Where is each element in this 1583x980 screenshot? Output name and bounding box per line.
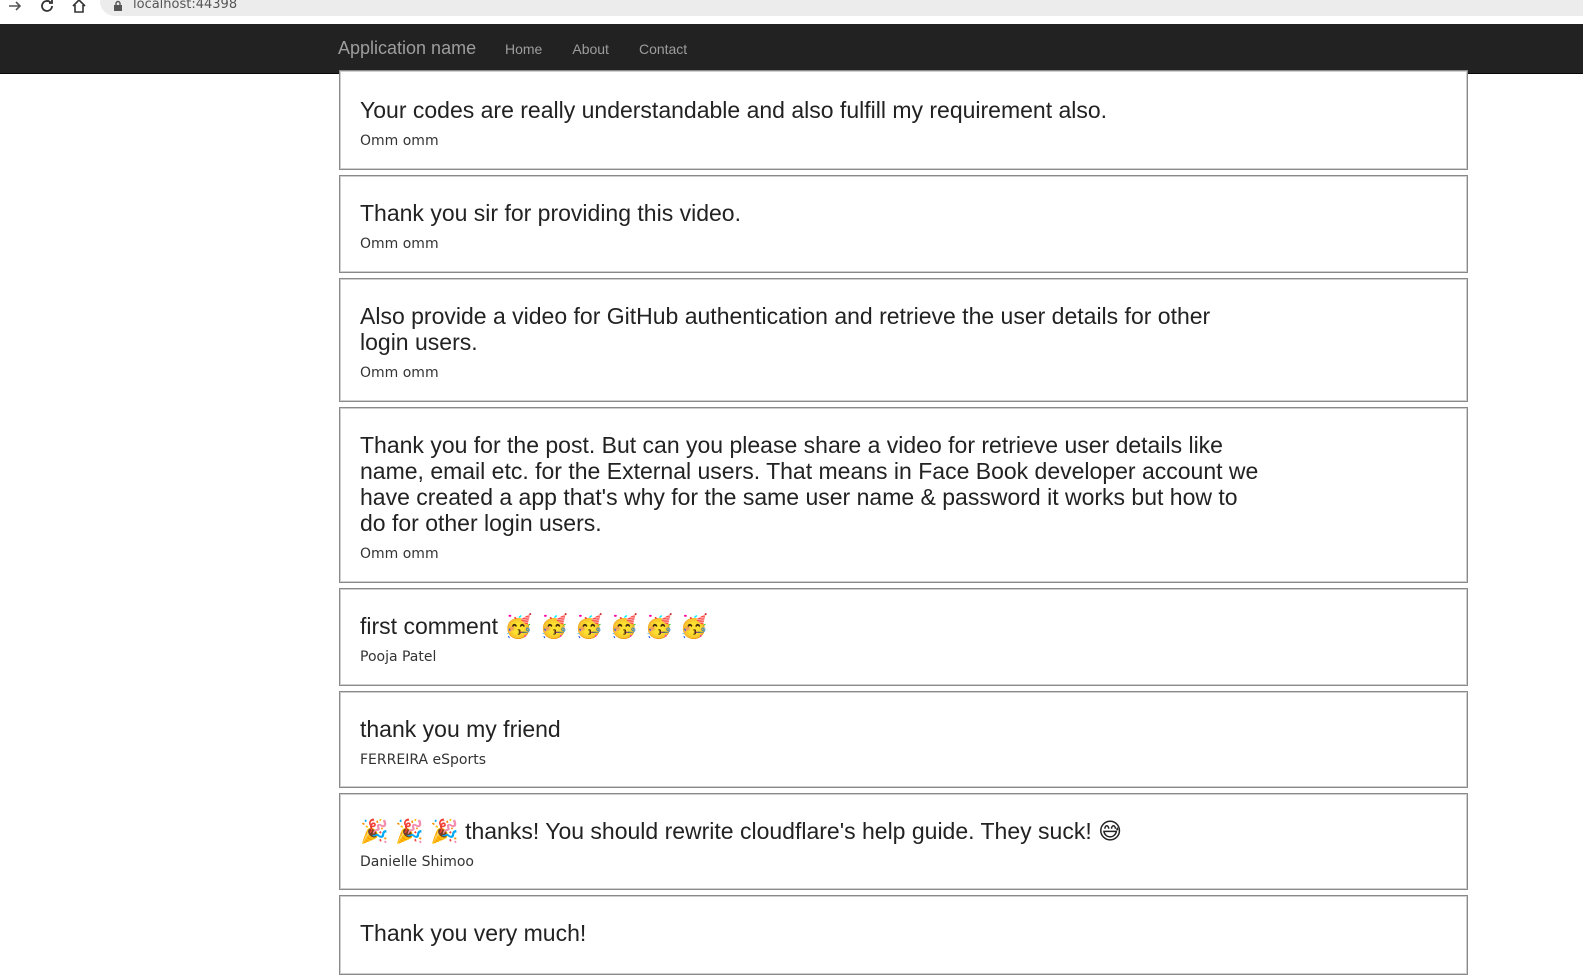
comment-text: Also provide a video for GitHub authenti… xyxy=(360,303,1211,355)
comment-author: Omm omm xyxy=(360,546,439,562)
comment-card: first comment 🥳 🥳 🥳 🥳 🥳 🥳 Pooja Patel xyxy=(339,588,1468,686)
comment-author: Danielle Shimoo xyxy=(360,854,474,870)
comment-author xyxy=(360,946,1447,974)
comment-text: Thank you very much! xyxy=(360,920,587,946)
comment-card: Also provide a video for GitHub authenti… xyxy=(339,278,1468,402)
comment-text: Your codes are really understandable and… xyxy=(360,97,1108,123)
reload-icon[interactable] xyxy=(36,0,58,15)
comment-text: first comment 🥳 🥳 🥳 🥳 🥳 🥳 xyxy=(360,613,709,639)
forward-icon[interactable] xyxy=(4,0,26,15)
brand-link[interactable]: Application name xyxy=(338,38,476,59)
nav-link-about[interactable]: About xyxy=(572,41,609,57)
nav-links: Home About Contact xyxy=(505,41,717,57)
comment-card: Thank you sir for providing this video. … xyxy=(339,175,1468,273)
comment-author: Omm omm xyxy=(360,236,439,252)
comment-author: Pooja Patel xyxy=(360,649,437,665)
comment-author: Omm omm xyxy=(360,365,439,381)
nav-link-contact[interactable]: Contact xyxy=(639,41,687,57)
browser-toolbar: localhost:44398 xyxy=(0,0,1583,18)
comment-card: 🎉 🎉 🎉 thanks! You should rewrite cloudfl… xyxy=(339,793,1468,890)
comment-card: Your codes are really understandable and… xyxy=(339,70,1468,170)
comment-card: Thank you very much! xyxy=(339,895,1468,975)
address-bar[interactable] xyxy=(100,0,1583,16)
comment-text: Thank you sir for providing this video. xyxy=(360,200,741,226)
comment-text: Thank you for the post. But can you plea… xyxy=(360,432,1259,536)
home-icon[interactable] xyxy=(68,0,90,15)
lock-icon xyxy=(114,0,122,11)
comment-card: thank you my friend FERREIRA eSports xyxy=(339,691,1468,788)
comment-card: Thank you for the post. But can you plea… xyxy=(339,407,1468,583)
navbar: Application name Home About Contact xyxy=(0,24,1583,74)
comment-text: thank you my friend xyxy=(360,716,561,742)
url-text[interactable]: localhost:44398 xyxy=(133,0,237,12)
comment-author: FERREIRA eSports xyxy=(360,752,487,768)
nav-link-home[interactable]: Home xyxy=(505,41,542,57)
comment-list: Your codes are really understandable and… xyxy=(339,70,1468,980)
comment-text: 🎉 🎉 🎉 thanks! You should rewrite cloudfl… xyxy=(360,818,1123,844)
comment-author: Omm omm xyxy=(360,133,439,149)
